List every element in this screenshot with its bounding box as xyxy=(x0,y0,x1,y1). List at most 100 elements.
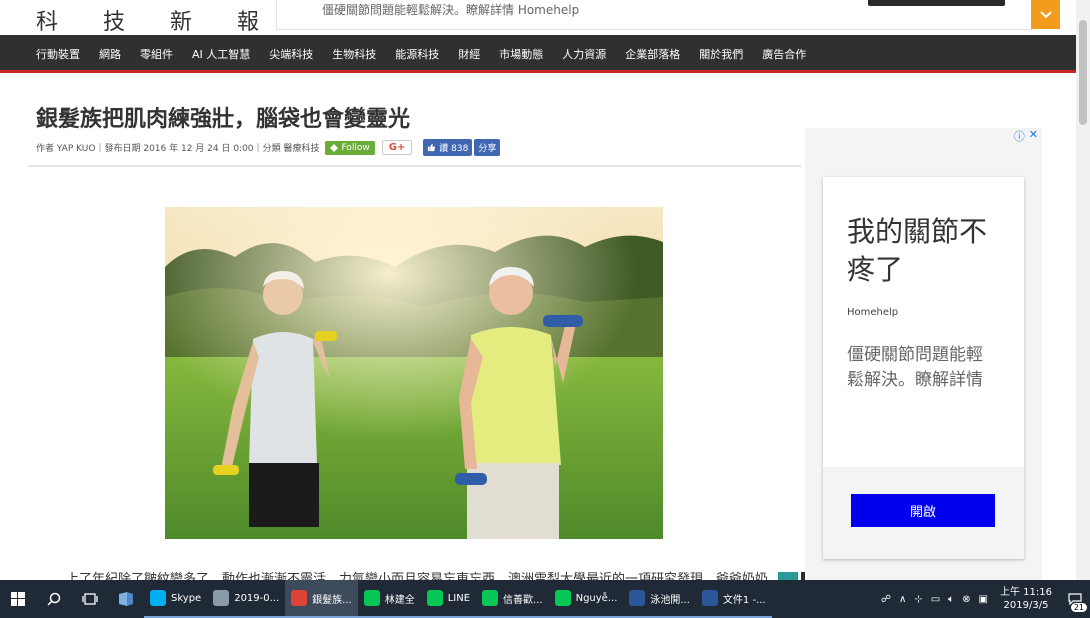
like-label: 讚 838 xyxy=(439,144,469,154)
app-icon xyxy=(291,590,308,606)
top-ad-text[interactable]: 僵硬關節問題能輕鬆解決。瞭解詳情 Homehelp xyxy=(322,1,579,18)
facebook-like-button[interactable]: 讚 838 xyxy=(423,139,473,156)
clock-date: 2019/3/5 xyxy=(1003,600,1049,611)
meta-separator: | xyxy=(98,142,102,153)
article-date: 發布日期 2016 年 12 月 24 日 0:00 xyxy=(104,144,254,154)
app-icon xyxy=(363,590,380,606)
sidebar-ad: ⓘ ✕ 我的關節不疼了 Homehelp 僵硬關節問題能輕鬆解決。瞭解詳情 開啟 xyxy=(805,128,1042,580)
ad-close-icon[interactable]: ✕ xyxy=(1029,128,1038,144)
follow-button[interactable]: Follow xyxy=(325,140,375,155)
article-category[interactable]: 分類 醫療科技 xyxy=(263,141,320,154)
scrollbar-thumb[interactable] xyxy=(1079,20,1087,125)
app-icon xyxy=(629,590,646,606)
nav-item[interactable]: 市場動態 xyxy=(499,46,543,62)
taskbar-app-label: 泳池開... xyxy=(650,594,690,606)
clock-time: 上午 11:16 xyxy=(1000,587,1052,598)
google-plus-button[interactable]: G+ xyxy=(381,140,413,155)
nav-item[interactable]: 零組件 xyxy=(140,46,173,62)
article-title: 銀髮族把肌肉練強壯，腦袋也會變靈光 xyxy=(36,107,411,132)
ad-description[interactable]: 僵硬關節問題能輕鬆解決。瞭解詳情 xyxy=(847,343,997,393)
app-icon xyxy=(426,590,443,606)
nav-item[interactable]: 尖端科技 xyxy=(269,46,313,62)
taskbar-app[interactable]: 銀髮族... xyxy=(285,580,358,618)
system-tray: ☍ ∧ ⊹ ▭ 🔈︎ ⊗ ▣ 上午 11:16 2019/3/5 21 xyxy=(881,580,1090,618)
nav-item[interactable]: 能源科技 xyxy=(395,46,439,62)
taskbar-app-label: 林建全 xyxy=(384,594,415,606)
task-view-icon[interactable] xyxy=(72,580,108,618)
nav-item[interactable]: 網路 xyxy=(99,46,121,62)
windows-start-icon[interactable] xyxy=(0,580,36,618)
tray-icons: ☍ ∧ ⊹ ▭ 🔈︎ ⊗ ▣ xyxy=(881,594,988,605)
app-icon xyxy=(150,590,166,606)
taskbar-app[interactable]: 林建全 xyxy=(357,580,421,618)
nav-item[interactable]: 廣告合作 xyxy=(762,46,806,62)
taskbar-clock[interactable]: 上午 11:16 2019/3/5 xyxy=(1000,586,1052,612)
follow-label: Follow xyxy=(341,142,370,153)
file-explorer-icon[interactable] xyxy=(108,580,144,618)
page-scrollbar[interactable] xyxy=(1076,0,1090,580)
action-center-icon[interactable]: 21 xyxy=(1060,580,1090,618)
brand-bar: 科 技 新 報 僵硬關節問題能輕鬆解決。瞭解詳情 Homehelp xyxy=(0,0,1076,35)
main-nav: 行動裝置 網路 零組件 AI 人工智慧 尖端科技 生物科技 能源科技 財經 市場動態 人力資源 企業… xyxy=(0,35,1076,73)
article-author[interactable]: 作者 YAP KUO xyxy=(36,141,95,154)
app-icon xyxy=(213,590,230,606)
top-banner-ad[interactable]: 僵硬關節問題能輕鬆解決。瞭解詳情 Homehelp xyxy=(276,0,1033,30)
title-divider xyxy=(28,165,801,167)
search-icon[interactable] xyxy=(36,580,72,618)
notification-count: 21 xyxy=(1070,603,1087,612)
network-icon[interactable]: ⊹ xyxy=(914,594,922,605)
app-icon xyxy=(554,590,571,606)
nav-item[interactable]: 財經 xyxy=(458,46,480,62)
chevron-down-icon[interactable] xyxy=(1031,0,1060,29)
app-icon xyxy=(482,590,499,606)
ad-headline[interactable]: 我的關節不疼了 xyxy=(847,213,1007,289)
feedly-icon xyxy=(330,143,339,152)
taskbar-app[interactable]: 泳池開... xyxy=(623,580,696,618)
site-logo[interactable]: 科 技 新 報 xyxy=(36,4,278,36)
ime-icon[interactable]: ▣ xyxy=(979,594,988,605)
ad-footer: 開啟 xyxy=(823,467,1024,559)
share-icon[interactable] xyxy=(778,572,798,580)
thumbs-up-icon xyxy=(428,143,436,152)
facebook-share-button[interactable]: 分享 xyxy=(474,139,501,156)
taskbar-app-label: 銀髮族... xyxy=(312,594,352,606)
app-icon xyxy=(701,590,718,606)
taskbar-app[interactable]: 信善歡... xyxy=(476,580,549,618)
top-ad-button[interactable] xyxy=(868,0,1005,6)
chevron-up-icon[interactable]: ∧ xyxy=(899,594,906,605)
people-icon[interactable]: ☍ xyxy=(881,594,891,605)
nav-item[interactable]: 關於我們 xyxy=(699,46,743,62)
taskbar-app-label: 2019-0... xyxy=(234,592,280,604)
nav-item[interactable]: AI 人工智慧 xyxy=(192,46,250,62)
nav-item[interactable]: 人力資源 xyxy=(562,46,606,62)
ad-controls: ⓘ ✕ xyxy=(1014,128,1038,144)
mic-off-icon[interactable]: ⊗ xyxy=(962,594,970,605)
article-photo xyxy=(165,207,663,539)
taskbar-app-label: Skype xyxy=(171,592,202,604)
nav-item[interactable]: 行動裝置 xyxy=(36,46,80,62)
taskbar-app[interactable]: Skype xyxy=(144,580,208,618)
taskbar-apps: Skype 2019-0... 銀髮族... 林建全 LINE 信善歡... Nguyễ..… xyxy=(144,580,772,618)
taskbar-app[interactable]: LINE xyxy=(420,580,477,618)
browser-page: 科 技 新 報 僵硬關節問題能輕鬆解決。瞭解詳情 Homehelp 行動裝置 網路… xyxy=(0,0,1090,618)
taskbar-app[interactable]: 2019-0... xyxy=(207,580,286,618)
nav-item[interactable]: 企業部落格 xyxy=(625,46,680,62)
nav-items: 行動裝置 網路 零組件 AI 人工智慧 尖端科技 生物科技 能源科技 財經 市場動態 人力資源 企業… xyxy=(36,35,825,73)
windows-taskbar: Skype 2019-0... 銀髮族... 林建全 LINE 信善歡... Nguyễ..… xyxy=(0,580,1090,618)
taskbar-app-label: 信善歡... xyxy=(503,594,543,606)
taskbar-app-label: Nguyễ... xyxy=(575,592,618,604)
taskbar-app[interactable]: Nguyễ... xyxy=(548,580,624,618)
ad-open-button[interactable]: 開啟 xyxy=(851,494,995,527)
ad-info-icon[interactable]: ⓘ xyxy=(1014,128,1025,144)
volume-icon[interactable]: 🔈︎ xyxy=(948,594,954,605)
meta-separator: | xyxy=(256,142,260,153)
taskbar-app-label: 文件1 -... xyxy=(722,594,766,606)
taskbar-app-label: LINE xyxy=(447,592,471,604)
ad-brand[interactable]: Homehelp xyxy=(847,307,898,318)
taskbar-app[interactable]: 文件1 -... xyxy=(695,580,772,618)
article-meta: 作者 YAP KUO | 發布日期 2016 年 12 月 24 日 0:00 … xyxy=(36,139,501,156)
battery-icon[interactable]: ▭ xyxy=(931,594,940,605)
article: 銀髮族把肌肉練強壯，腦袋也會變靈光 作者 YAP KUO | 發布日期 2016… xyxy=(28,80,801,587)
ad-card[interactable]: 我的關節不疼了 Homehelp 僵硬關節問題能輕鬆解決。瞭解詳情 開啟 xyxy=(823,177,1024,559)
nav-item[interactable]: 生物科技 xyxy=(332,46,376,62)
